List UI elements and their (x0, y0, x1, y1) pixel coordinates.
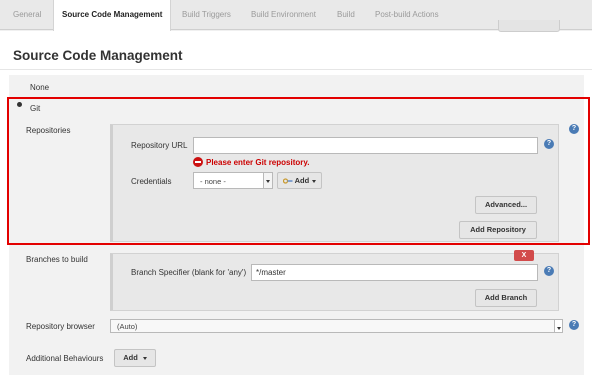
branch-specifier-label: Branch Specifier (blank for 'any') (131, 268, 247, 277)
help-icon[interactable]: ? (544, 266, 554, 276)
repository-browser-label: Repository browser (26, 322, 95, 331)
help-icon[interactable]: ? (569, 320, 579, 330)
additional-behaviours-add-button[interactable]: Add (114, 349, 156, 367)
git-highlight-box (7, 97, 590, 245)
additional-behaviours-label: Additional Behaviours (26, 354, 104, 363)
behaviours-add-label: Add (123, 353, 138, 362)
branches-label: Branches to build (26, 255, 88, 264)
tab-build-environment[interactable]: Build Environment (251, 0, 316, 30)
branch-specifier-input[interactable]: */master (251, 264, 538, 281)
repository-browser-select[interactable]: (Auto) (110, 319, 563, 333)
repository-browser-value: (Auto) (117, 322, 138, 331)
tab-build-triggers[interactable]: Build Triggers (182, 0, 231, 30)
tab-source-code-management[interactable]: Source Code Management (53, 0, 172, 31)
scm-option-none[interactable]: None (30, 83, 49, 92)
chevron-down-icon (554, 320, 562, 332)
chevron-down-icon (142, 356, 147, 360)
tab-general[interactable]: General (13, 0, 41, 30)
previous-section-button[interactable] (498, 20, 560, 32)
section-title: Source Code Management (13, 48, 183, 63)
add-branch-button[interactable]: Add Branch (475, 289, 537, 307)
tab-build[interactable]: Build (337, 0, 355, 30)
tab-post-build-actions[interactable]: Post-build Actions (375, 0, 439, 30)
section-divider (0, 69, 592, 70)
close-icon[interactable]: X (514, 250, 534, 261)
